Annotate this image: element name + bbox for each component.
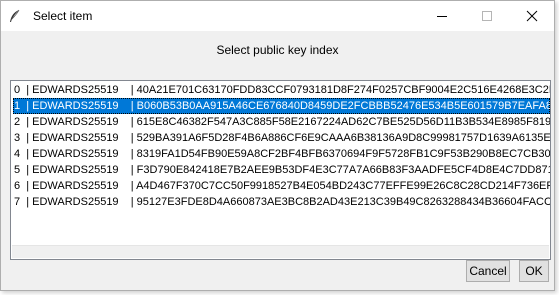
list-item[interactable]: 7 | EDWARDS25519 | 95127E3FDE8D4A660873A… [13,194,550,210]
window-controls [419,1,554,31]
list-item[interactable]: 3 | EDWARDS25519 | 529BA391A6F5D28F4B6A8… [13,130,550,146]
select-item-window: Select item Select public key index 0 | … [0,0,555,291]
maximize-icon [481,11,492,21]
ok-button[interactable]: OK [519,260,549,282]
key-index-listbox[interactable]: 0 | EDWARDS25519 | 40A21E701C63170FDD83C… [10,80,551,260]
list-item[interactable]: 5 | EDWARDS25519 | F3D790E842418E7B2AEE9… [13,162,550,178]
dialog-prompt: Select public key index [216,43,339,57]
list-item[interactable]: 0 | EDWARDS25519 | 40A21E701C63170FDD83C… [13,82,550,98]
close-button[interactable] [509,1,554,31]
minimize-icon [436,16,447,17]
listbox-items: 0 | EDWARDS25519 | 40A21E701C63170FDD83C… [13,82,550,210]
close-icon [526,10,537,22]
list-item-selected[interactable]: 1 | EDWARDS25519 | B060B53B0AA915A46CE67… [13,98,550,114]
minimize-button[interactable] [419,1,464,31]
horizontal-scrollbar[interactable] [12,245,549,258]
window-title: Select item [33,9,93,23]
list-item[interactable]: 6 | EDWARDS25519 | A4D467F370C7CC50F9918… [13,178,550,194]
cancel-button[interactable]: Cancel [466,260,510,282]
list-item[interactable]: 4 | EDWARDS25519 | 8319FA1D54FB90E59A8CF… [13,146,550,162]
list-item[interactable]: 2 | EDWARDS25519 | 615E8C46382F547A3C885… [13,114,550,130]
maximize-button[interactable] [464,1,509,31]
title-bar[interactable]: Select item [1,1,554,31]
feather-icon [7,8,23,24]
